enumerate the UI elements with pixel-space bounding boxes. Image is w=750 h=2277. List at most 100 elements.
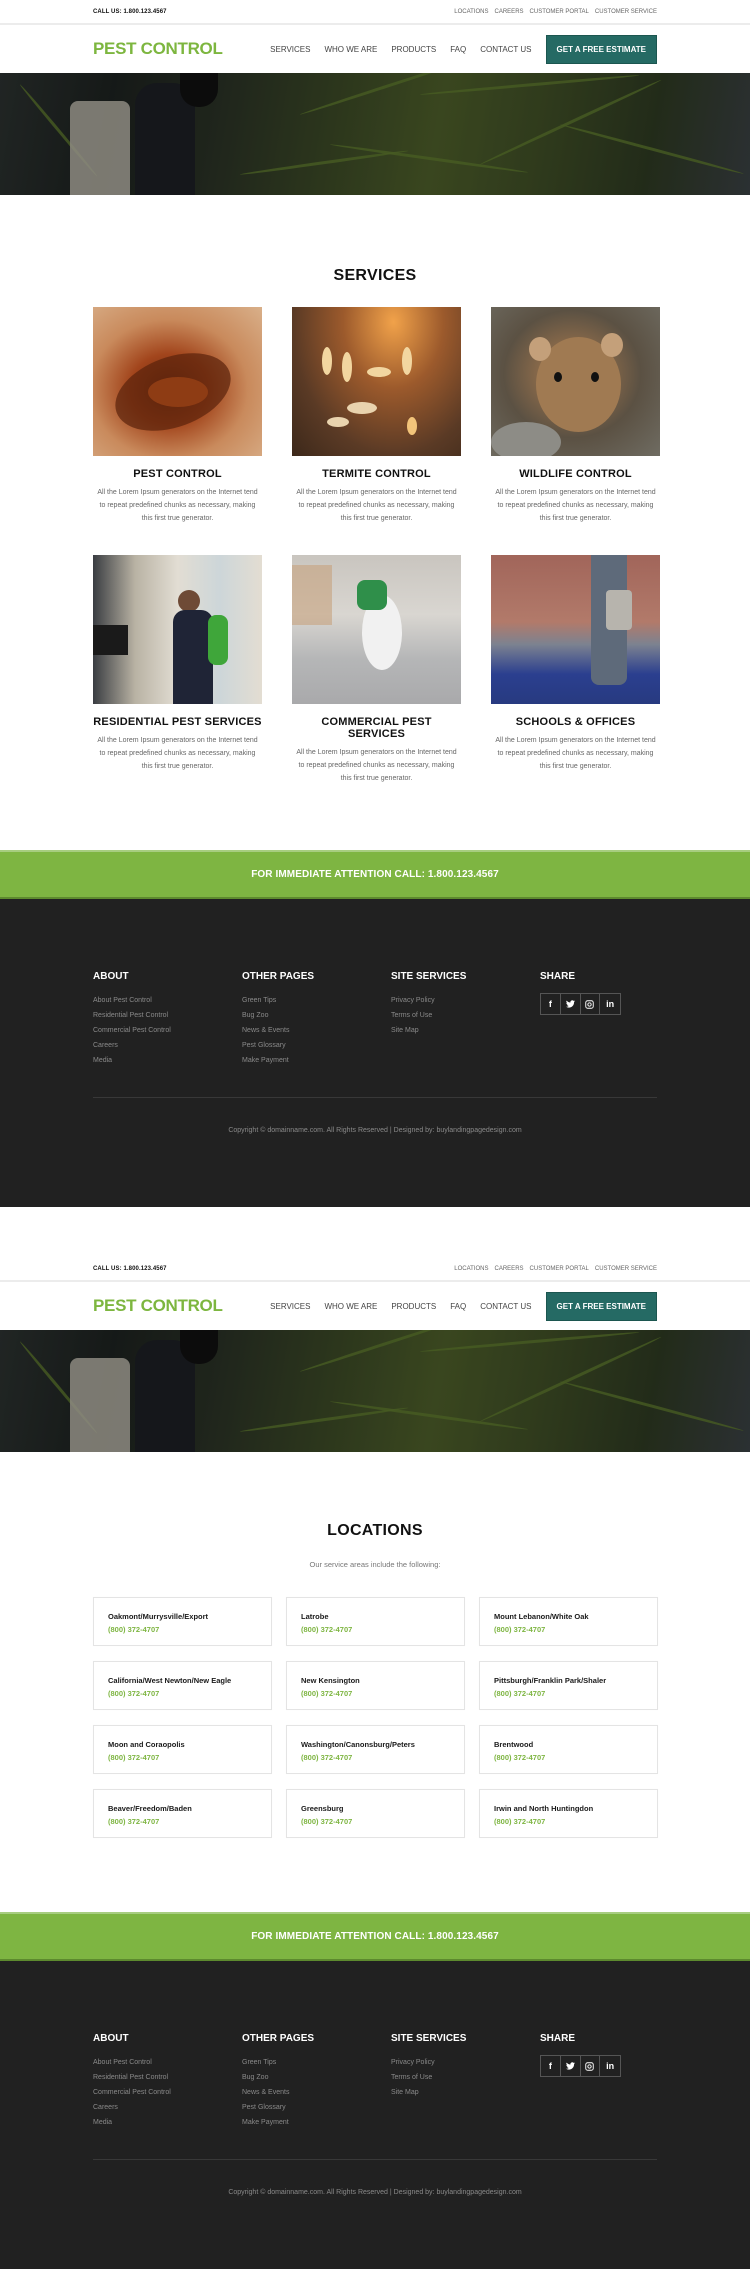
footer-link[interactable]: Commercial Pest Control: [93, 2085, 242, 2100]
location-card: Mount Lebanon/White Oak (800) 372-4707: [479, 1597, 658, 1646]
footer-link[interactable]: Media: [93, 1053, 242, 1068]
free-estimate-button[interactable]: GET A FREE ESTIMATE: [545, 1291, 657, 1321]
linkedin-icon[interactable]: in: [600, 994, 620, 1014]
footer-link[interactable]: Pest Glossary: [242, 1038, 391, 1053]
location-phone[interactable]: (800) 372-4707: [494, 1817, 643, 1826]
nav-who-we-are[interactable]: WHO WE ARE: [324, 45, 377, 54]
footer-link[interactable]: Residential Pest Control: [93, 2070, 242, 2085]
location-name: New Kensington: [301, 1676, 360, 1685]
service-card-wildlife-control[interactable]: WILDLIFE CONTROL All the Lorem Ipsum gen…: [491, 307, 660, 525]
nav-products[interactable]: PRODUCTS: [391, 1302, 436, 1311]
service-card-schools-offices[interactable]: SCHOOLS & OFFICES All the Lorem Ipsum ge…: [491, 555, 660, 785]
cta-banner-text[interactable]: FOR IMMEDIATE ATTENTION CALL: 1.800.123.…: [251, 869, 499, 880]
location-phone[interactable]: (800) 372-4707: [108, 1753, 257, 1762]
footer-link[interactable]: News & Events: [242, 1023, 391, 1038]
logo[interactable]: PEST CONTROL: [93, 39, 223, 59]
nav-services[interactable]: SERVICES: [270, 1302, 310, 1311]
service-description: All the Lorem Ipsum generators on the In…: [296, 489, 457, 522]
footer-link[interactable]: Careers: [93, 2100, 242, 2115]
top-link-customer-portal[interactable]: CUSTOMER PORTAL: [530, 9, 589, 15]
location-card: Beaver/Freedom/Baden (800) 372-4707: [93, 1789, 272, 1838]
nav-contact-us[interactable]: CONTACT US: [480, 1302, 531, 1311]
footer-link[interactable]: Pest Glossary: [242, 2100, 391, 2115]
location-card: New Kensington (800) 372-4707: [286, 1661, 465, 1710]
instagram-icon[interactable]: [581, 2056, 601, 2076]
footer-heading: SITE SERVICES: [391, 2033, 467, 2044]
facebook-icon[interactable]: f: [541, 994, 561, 1014]
footer-link[interactable]: Green Tips: [242, 993, 391, 1008]
footer-link[interactable]: Site Map: [391, 1023, 540, 1038]
nav-faq[interactable]: FAQ: [450, 45, 466, 54]
footer-link[interactable]: Bug Zoo: [242, 2070, 391, 2085]
top-bar: CALL US: 1.800.123.4567 LOCATIONS CAREER…: [0, 1257, 750, 1282]
services-section: SERVICES PEST CONTROL All the Lorem Ipsu…: [0, 195, 750, 850]
footer-col-site-services: SITE SERVICES Privacy Policy Terms of Us…: [391, 971, 540, 1068]
footer-link[interactable]: Make Payment: [242, 1053, 391, 1068]
service-card-termite-control[interactable]: TERMITE CONTROL All the Lorem Ipsum gene…: [292, 307, 461, 525]
location-phone[interactable]: (800) 372-4707: [108, 1625, 257, 1634]
twitter-icon[interactable]: [561, 2056, 581, 2076]
location-phone[interactable]: (800) 372-4707: [108, 1817, 257, 1826]
location-phone[interactable]: (800) 372-4707: [494, 1625, 643, 1634]
facebook-icon[interactable]: f: [541, 2056, 561, 2076]
main-header: PEST CONTROL SERVICES WHO WE ARE PRODUCT…: [0, 25, 750, 73]
footer-link[interactable]: Bug Zoo: [242, 1008, 391, 1023]
location-phone[interactable]: (800) 372-4707: [108, 1689, 257, 1698]
location-name: Greensburg: [301, 1804, 344, 1813]
footer-link[interactable]: Privacy Policy: [391, 993, 540, 1008]
footer-link[interactable]: News & Events: [242, 2085, 391, 2100]
top-link-locations[interactable]: LOCATIONS: [454, 1266, 488, 1272]
footer-link[interactable]: Green Tips: [242, 2055, 391, 2070]
linkedin-icon[interactable]: in: [600, 2056, 620, 2076]
location-name: Brentwood: [494, 1740, 534, 1749]
footer-link[interactable]: Privacy Policy: [391, 2055, 540, 2070]
cta-banner: FOR IMMEDIATE ATTENTION CALL: 1.800.123.…: [0, 850, 750, 899]
footer-heading: ABOUT: [93, 2033, 129, 2044]
logo[interactable]: PEST CONTROL: [93, 1296, 223, 1316]
cta-banner-text[interactable]: FOR IMMEDIATE ATTENTION CALL: 1.800.123.…: [251, 1931, 499, 1942]
nav-contact-us[interactable]: CONTACT US: [480, 45, 531, 54]
footer-link[interactable]: About Pest Control: [93, 993, 242, 1008]
service-card-pest-control[interactable]: PEST CONTROL All the Lorem Ipsum generat…: [93, 307, 262, 525]
service-title: TERMITE CONTROL: [322, 468, 431, 480]
footer-link[interactable]: Residential Pest Control: [93, 1008, 242, 1023]
footer-link[interactable]: Make Payment: [242, 2115, 391, 2130]
footer-col-site-services: SITE SERVICES Privacy Policy Terms of Us…: [391, 2033, 540, 2130]
nav-faq[interactable]: FAQ: [450, 1302, 466, 1311]
nav-products[interactable]: PRODUCTS: [391, 45, 436, 54]
footer-link[interactable]: Careers: [93, 1038, 242, 1053]
twitter-icon[interactable]: [561, 994, 581, 1014]
free-estimate-button[interactable]: GET A FREE ESTIMATE: [545, 34, 657, 64]
call-us-text: CALL US: 1.800.123.4567: [93, 8, 167, 15]
page-locations: CALL US: 1.800.123.4567 LOCATIONS CAREER…: [0, 1257, 750, 2269]
service-card-residential[interactable]: RESIDENTIAL PEST SERVICES All the Lorem …: [93, 555, 262, 785]
nav-who-we-are[interactable]: WHO WE ARE: [324, 1302, 377, 1311]
footer-link[interactable]: About Pest Control: [93, 2055, 242, 2070]
location-phone[interactable]: (800) 372-4707: [494, 1689, 643, 1698]
top-link-customer-portal[interactable]: CUSTOMER PORTAL: [530, 1266, 589, 1272]
location-phone[interactable]: (800) 372-4707: [301, 1817, 450, 1826]
top-link-customer-service[interactable]: CUSTOMER SERVICE: [595, 1266, 657, 1272]
locations-section: LOCATIONS Our service areas include the …: [0, 1452, 750, 1912]
nav-services[interactable]: SERVICES: [270, 45, 310, 54]
service-card-commercial[interactable]: COMMERCIAL PEST SERVICES All the Lorem I…: [292, 555, 461, 785]
footer-link[interactable]: Commercial Pest Control: [93, 1023, 242, 1038]
footer-link[interactable]: Terms of Use: [391, 2070, 540, 2085]
service-description: All the Lorem Ipsum generators on the In…: [296, 749, 457, 782]
top-link-locations[interactable]: LOCATIONS: [454, 9, 488, 15]
location-phone[interactable]: (800) 372-4707: [494, 1753, 643, 1762]
location-card: Pittsburgh/Franklin Park/Shaler (800) 372…: [479, 1661, 658, 1710]
instagram-icon[interactable]: [581, 994, 601, 1014]
location-phone[interactable]: (800) 372-4707: [301, 1689, 450, 1698]
footer-heading: OTHER PAGES: [242, 2033, 315, 2044]
footer-link[interactable]: Terms of Use: [391, 1008, 540, 1023]
location-phone[interactable]: (800) 372-4707: [301, 1625, 450, 1634]
footer-link[interactable]: Media: [93, 2115, 242, 2130]
footer-link[interactable]: Site Map: [391, 2085, 540, 2100]
location-card: Washington/Canonsburg/Peters (800) 372-47…: [286, 1725, 465, 1774]
top-link-careers[interactable]: CAREERS: [495, 9, 524, 15]
cta-banner: FOR IMMEDIATE ATTENTION CALL: 1.800.123.…: [0, 1912, 750, 1961]
location-phone[interactable]: (800) 372-4707: [301, 1753, 450, 1762]
top-link-careers[interactable]: CAREERS: [495, 1266, 524, 1272]
top-link-customer-service[interactable]: CUSTOMER SERVICE: [595, 9, 657, 15]
